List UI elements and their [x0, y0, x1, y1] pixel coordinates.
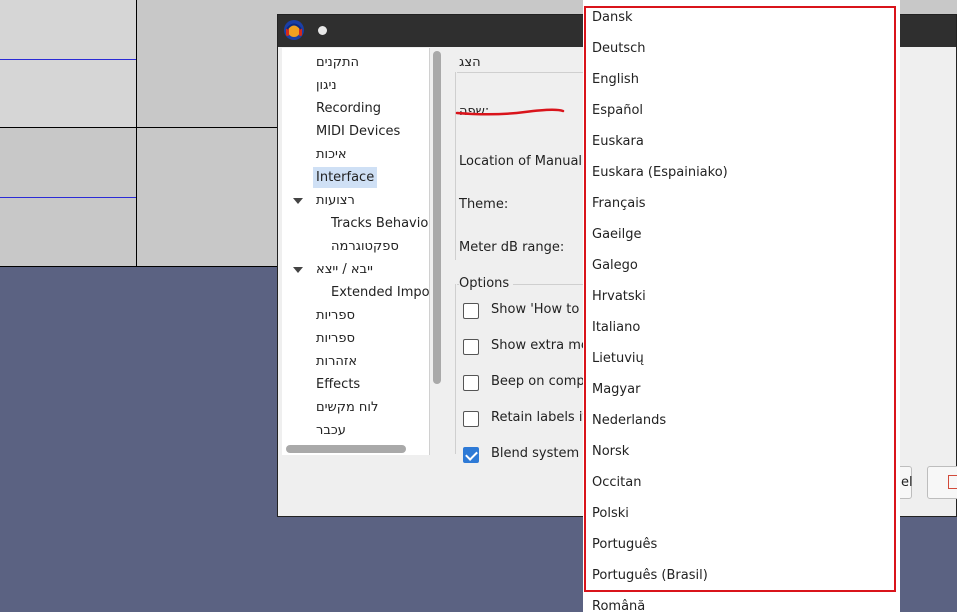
- track-cell: [0, 0, 136, 128]
- tree-item[interactable]: Recording: [316, 98, 381, 119]
- tree-item[interactable]: ספריות: [316, 328, 355, 349]
- tree-item[interactable]: Tracks Behavior: [331, 213, 429, 234]
- option-checkbox[interactable]: [463, 375, 479, 391]
- preferences-category-tree[interactable]: התקנים ניגון Recording MIDI Devices איכות Int…: [282, 48, 430, 455]
- ok-button-label: el: [901, 475, 913, 490]
- track-waveform-line: [0, 59, 136, 60]
- meter-range-label: Meter dB range:: [459, 240, 565, 255]
- tree-expander-icon[interactable]: [293, 267, 303, 273]
- theme-label: Theme:: [459, 197, 509, 212]
- tree-vertical-scrollbar[interactable]: [433, 51, 441, 384]
- tree-expander-icon[interactable]: [293, 198, 303, 204]
- manual-location-label: Location of Manual:: [459, 154, 587, 169]
- red-underline-annotation: [455, 108, 565, 116]
- tree-item[interactable]: Interface: [313, 167, 378, 188]
- tree-item[interactable]: לוח מקשים: [316, 397, 378, 418]
- option-label: Show extra mer: [491, 338, 595, 353]
- display-group-border: [455, 72, 456, 260]
- track-divider: [0, 127, 277, 128]
- option-label: Beep on compl: [491, 374, 589, 389]
- audacity-logo-icon: [284, 20, 304, 40]
- tree-item[interactable]: Extended Impor: [331, 282, 429, 303]
- tree-item[interactable]: ספקטוגרמה: [331, 236, 399, 257]
- option-checkbox[interactable]: [463, 303, 479, 319]
- track-waveform-line: [0, 197, 136, 198]
- option-label: Retain labels if: [491, 410, 588, 425]
- cancel-icon: [948, 475, 957, 489]
- tree-item[interactable]: Effects: [316, 374, 360, 395]
- options-group-title: Options: [459, 276, 514, 291]
- display-group-border: [457, 72, 587, 73]
- tree-item[interactable]: איכות: [316, 144, 347, 165]
- tree-item[interactable]: אזהרות: [316, 351, 357, 372]
- option-checkbox[interactable]: [463, 447, 479, 463]
- option-checkbox[interactable]: [463, 339, 479, 355]
- tree-item[interactable]: רצועות: [316, 190, 355, 211]
- tree-item[interactable]: ניגון: [316, 75, 337, 96]
- tree-item[interactable]: MIDI Devices: [316, 121, 400, 142]
- track-area-background-edge: [900, 0, 957, 14]
- tree-item[interactable]: עכבר: [316, 420, 346, 441]
- language-option[interactable]: Română: [592, 599, 645, 612]
- options-group-border: [455, 284, 456, 454]
- option-label: Show 'How to G: [491, 302, 594, 317]
- option-label: Blend system a: [491, 446, 592, 461]
- red-highlight-annotation: [584, 6, 896, 592]
- track-divider: [136, 0, 137, 267]
- display-group-title: הצג: [459, 55, 485, 70]
- tree-item[interactable]: ייבא / ייצא: [316, 259, 373, 280]
- tree-item[interactable]: התקנים: [316, 52, 359, 73]
- option-checkbox[interactable]: [463, 411, 479, 427]
- track-divider: [0, 266, 277, 267]
- window-menu-dot-icon[interactable]: [318, 26, 327, 35]
- tree-item[interactable]: ספריות: [316, 305, 355, 326]
- tree-horizontal-scrollbar[interactable]: [286, 445, 406, 453]
